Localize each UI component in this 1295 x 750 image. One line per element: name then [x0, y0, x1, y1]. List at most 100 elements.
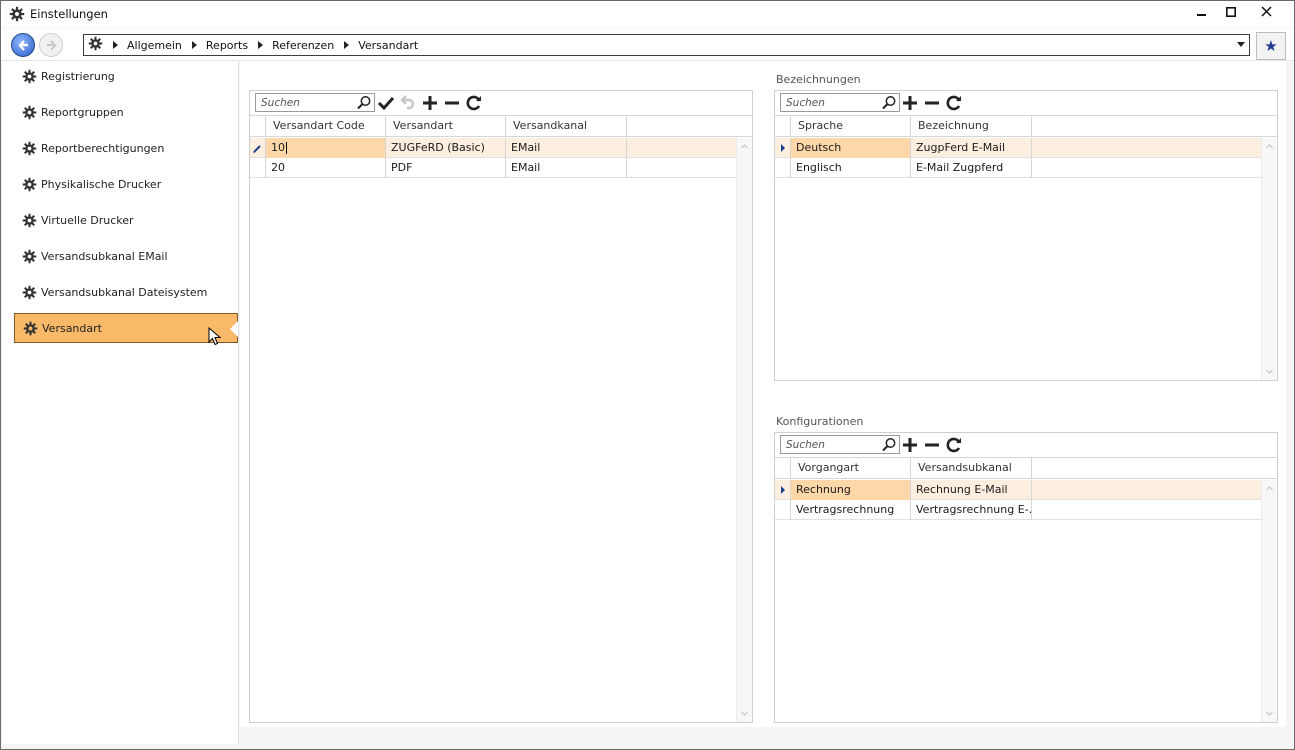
column-header-bezeichnung[interactable]: Bezeichnung — [911, 116, 1032, 137]
search-field[interactable] — [780, 93, 900, 112]
save-check-icon[interactable] — [376, 93, 396, 113]
back-button[interactable] — [11, 33, 35, 57]
gear-icon — [22, 69, 37, 84]
close-button[interactable] — [1251, 1, 1281, 25]
chevron-up-icon[interactable] — [741, 143, 748, 150]
minus-icon[interactable] — [442, 93, 462, 113]
cell-vorgangart[interactable]: Rechnung — [791, 480, 911, 500]
refresh-icon[interactable] — [944, 435, 964, 455]
sidebar-item-versandart[interactable]: Versandart — [14, 313, 238, 346]
chevron-down-icon[interactable] — [1237, 42, 1245, 47]
vertical-scrollbar[interactable] — [736, 138, 752, 722]
sidebar-item-versandsubkanal-email[interactable]: Versandsubkanal EMail — [14, 242, 238, 272]
cell-bezeichnung[interactable]: ZugpFerd E-Mail — [911, 138, 1032, 158]
breadcrumb-referenzen[interactable]: Referenzen — [272, 39, 334, 52]
cell-versandart-code[interactable]: 20 — [266, 158, 386, 178]
arrow-right-icon — [47, 40, 57, 51]
plus-icon[interactable] — [900, 435, 920, 455]
maximize-button[interactable] — [1216, 1, 1246, 25]
chevron-right-icon — [258, 41, 264, 49]
cell-versandkanal[interactable]: EMail — [506, 138, 627, 158]
sidebar-item-label: Versandsubkanal EMail — [41, 250, 168, 263]
cell-sprache[interactable]: Deutsch — [791, 138, 911, 158]
sidebar-item-reportberechtigungen[interactable]: Reportberechtigungen — [14, 134, 238, 164]
minus-icon[interactable] — [922, 93, 942, 113]
column-header-versandart-code[interactable]: Versandart Code — [266, 116, 386, 137]
minus-icon[interactable] — [922, 435, 942, 455]
table-row[interactable]: 20 PDF EMail — [250, 158, 736, 178]
sidebar-item-reportgruppen[interactable]: Reportgruppen — [14, 98, 238, 128]
column-header-versandart[interactable]: Versandart — [386, 116, 506, 137]
bezeichnungen-title: Bezeichnungen — [776, 73, 861, 86]
chevron-down-icon[interactable] — [741, 710, 748, 717]
column-header-versandsubkanal[interactable]: Versandsubkanal — [911, 458, 1032, 479]
search-icon[interactable] — [881, 437, 897, 453]
cell-versandsubkanal[interactable]: Vertragsrechnung E-… — [911, 500, 1032, 520]
table-row[interactable]: Englisch E-Mail Zugpferd — [775, 158, 1261, 178]
minimize-button[interactable] — [1187, 1, 1217, 25]
gear-icon — [9, 6, 25, 22]
table-row[interactable]: 10 ZUGFeRD (Basic) EMail — [250, 138, 736, 158]
search-input[interactable] — [256, 94, 352, 111]
cell-versandart[interactable]: ZUGFeRD (Basic) — [386, 138, 506, 158]
bezeichnungen-grid: Sprache Bezeichnung Deutsch ZugpFerd E-M… — [774, 90, 1278, 381]
plus-icon[interactable] — [420, 93, 440, 113]
gear-icon — [22, 105, 37, 120]
search-input[interactable] — [781, 436, 877, 453]
cell-sprache[interactable]: Englisch — [791, 158, 911, 178]
sidebar-item-label: Registrierung — [41, 70, 115, 83]
cell-versandart[interactable]: PDF — [386, 158, 506, 178]
cell-bezeichnung[interactable]: E-Mail Zugpferd — [911, 158, 1032, 178]
chevron-down-icon[interactable] — [1266, 710, 1273, 717]
vertical-scrollbar[interactable] — [1261, 480, 1277, 722]
cell-versandsubkanal[interactable]: Rechnung E-Mail — [911, 480, 1032, 500]
row-indicator — [775, 158, 791, 178]
gear-icon — [23, 321, 38, 336]
row-indicator-header — [250, 116, 266, 137]
cell-versandkanal[interactable]: EMail — [506, 158, 627, 178]
sidebar-item-label: Virtuelle Drucker — [41, 214, 134, 227]
arrow-left-icon — [18, 40, 28, 51]
search-icon[interactable] — [356, 95, 372, 111]
content-area: Versandart Code Versandart Versandkanal … — [240, 61, 1286, 727]
table-row[interactable]: Deutsch ZugpFerd E-Mail — [775, 138, 1261, 158]
cell-versandart-code[interactable]: 10 — [266, 138, 386, 158]
column-header-versandkanal[interactable]: Versandkanal — [506, 116, 627, 137]
minimize-icon — [1197, 7, 1207, 20]
search-icon[interactable] — [881, 95, 897, 111]
table-row[interactable]: Rechnung Rechnung E-Mail — [775, 480, 1261, 500]
search-input[interactable] — [781, 94, 877, 111]
search-field[interactable] — [780, 435, 900, 454]
chevron-up-icon[interactable] — [1266, 485, 1273, 492]
maximize-icon — [1226, 6, 1236, 20]
gear-icon — [22, 141, 37, 156]
refresh-icon[interactable] — [944, 93, 964, 113]
sidebar-item-virtuelle-drucker[interactable]: Virtuelle Drucker — [14, 206, 238, 236]
cell-vorgangart[interactable]: Vertragsrechnung — [791, 500, 911, 520]
breadcrumb-reports[interactable]: Reports — [206, 39, 248, 52]
breadcrumb[interactable]: Allgemein Reports Referenzen Versandart — [83, 34, 1250, 56]
chevron-up-icon[interactable] — [1266, 143, 1273, 150]
pencil-icon — [253, 145, 261, 154]
grid-toolbar — [775, 91, 1277, 116]
column-header-vorgangart[interactable]: Vorgangart — [791, 458, 911, 479]
window-title: Einstellungen — [30, 7, 108, 21]
favorite-button[interactable]: ★ — [1256, 32, 1286, 60]
undo-icon[interactable] — [398, 93, 418, 113]
refresh-icon[interactable] — [464, 93, 484, 113]
table-row[interactable]: Vertragsrechnung Vertragsrechnung E-… — [775, 500, 1261, 520]
navigation-bar: Allgemein Reports Referenzen Versandart … — [1, 29, 1294, 61]
sidebar-item-physikalische-drucker[interactable]: Physikalische Drucker — [14, 170, 238, 200]
sidebar-item-registrierung[interactable]: Registrierung — [14, 62, 238, 92]
vertical-scrollbar[interactable] — [1261, 138, 1277, 380]
chevron-right-icon — [113, 41, 118, 49]
forward-button[interactable] — [39, 33, 63, 57]
breadcrumb-versandart[interactable]: Versandart — [358, 39, 418, 52]
breadcrumb-allgemein[interactable]: Allgemein — [127, 39, 182, 52]
sidebar: Registrierung Reportgruppen Reportberech… — [2, 61, 239, 744]
chevron-down-icon[interactable] — [1266, 368, 1273, 375]
sidebar-item-versandsubkanal-dateisystem[interactable]: Versandsubkanal Dateisystem — [14, 278, 238, 308]
plus-icon[interactable] — [900, 93, 920, 113]
search-field[interactable] — [255, 93, 375, 112]
column-header-sprache[interactable]: Sprache — [791, 116, 911, 137]
